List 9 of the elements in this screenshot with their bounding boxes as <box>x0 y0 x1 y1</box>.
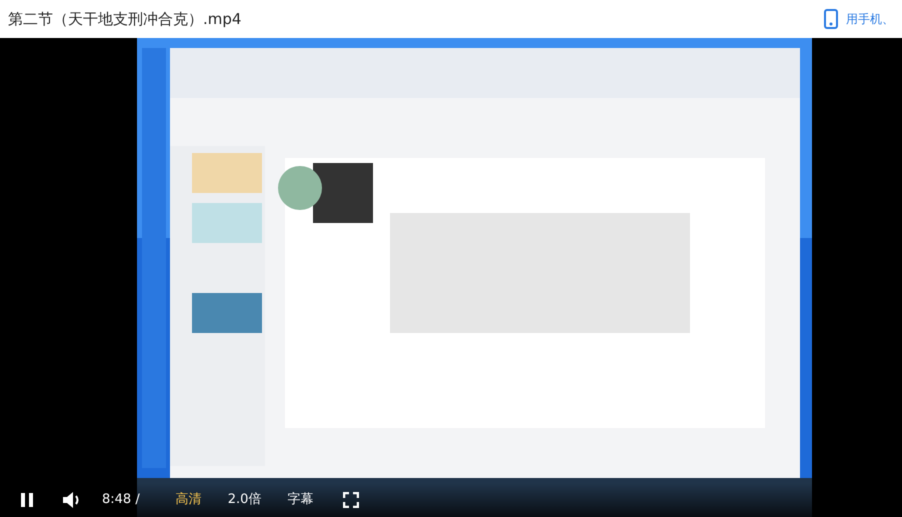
quality-button[interactable]: 高清 <box>176 490 202 510</box>
fullscreen-button[interactable] <box>343 490 360 510</box>
subtitles-button[interactable]: 字幕 <box>287 490 314 510</box>
time-display: 8:48 / <box>102 491 140 510</box>
pause-button[interactable] <box>20 490 34 510</box>
video-title: 第二节（天干地支刑冲合克）.mp4 <box>8 8 242 30</box>
phone-link-text[interactable]: 用手机、 <box>846 10 894 28</box>
phone-icon <box>824 9 838 29</box>
speed-button[interactable]: 2.0倍 <box>228 490 262 510</box>
